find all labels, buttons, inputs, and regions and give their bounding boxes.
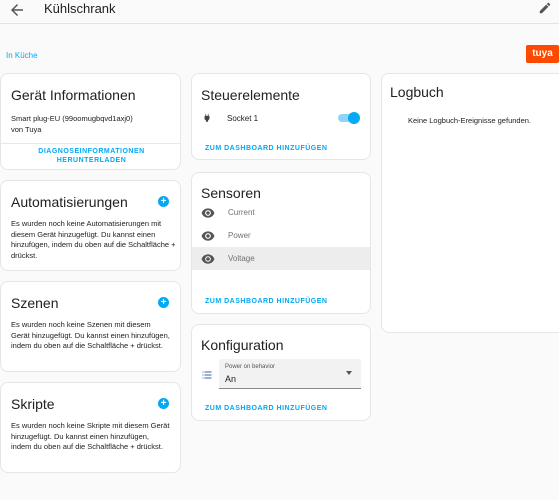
socket-label: Socket 1: [227, 114, 259, 123]
eye-icon: [201, 254, 215, 264]
sensors-card: Sensoren ZUM DASHBOARD HINZUFÜGEN: [191, 172, 371, 314]
logbook-card: Logbuch Keine Logbuch-Ereignisse gefunde…: [381, 73, 559, 333]
back-arrow-icon[interactable]: [8, 1, 26, 19]
tuya-logo: tuya: [526, 45, 559, 63]
pencil-icon[interactable]: [538, 1, 552, 15]
select-label: Power on behavior: [225, 364, 276, 370]
device-vendor: von Tuya: [11, 125, 42, 134]
controls-title: Steuerelemente: [201, 87, 300, 103]
sensor-power[interactable]: Power: [228, 231, 251, 240]
add-scene-plus-icon[interactable]: +: [158, 297, 169, 308]
scripts-title: Skripte: [11, 396, 55, 412]
logbook-title: Logbuch: [390, 84, 444, 100]
eye-icon: [201, 208, 215, 218]
download-diagnostics-button[interactable]: DIAGNOSEINFORMATIONEN HERUNTERLADEN: [1, 148, 182, 164]
add-script-plus-icon[interactable]: +: [158, 398, 169, 409]
add-automation-plus-icon[interactable]: +: [158, 196, 169, 207]
device-model: Smart plug-EU (99oomugbqvd1axj0): [11, 114, 133, 123]
divider: [1, 143, 180, 144]
sensors-add-dashboard-button[interactable]: ZUM DASHBOARD HINZUFÜGEN: [205, 298, 327, 305]
configuration-title: Konfiguration: [201, 337, 284, 353]
logbook-empty-text: Keine Logbuch-Ereignisse gefunden.: [408, 116, 532, 125]
area-link[interactable]: In Küche: [6, 51, 38, 60]
sensor-row-highlight: [192, 247, 370, 270]
download-label-line2: HERUNTERLADEN: [56, 157, 127, 164]
scenes-title: Szenen: [11, 295, 59, 311]
sensors-title: Sensoren: [201, 185, 261, 201]
device-info-title: Gerät Informationen: [11, 87, 136, 103]
config-add-dashboard-button[interactable]: ZUM DASHBOARD HINZUFÜGEN: [205, 405, 327, 412]
automations-title: Automatisierungen: [11, 194, 128, 210]
scripts-card: Skripte + Es wurden noch keine Skripte m…: [0, 382, 181, 473]
page-title: Kühlschrank: [44, 1, 116, 16]
plug-icon: [204, 114, 210, 122]
device-info-card: Gerät Informationen Smart plug-EU (99oom…: [0, 73, 181, 170]
socket-toggle-knob[interactable]: [348, 112, 360, 124]
top-bar: Kühlschrank: [0, 0, 559, 24]
automations-text: Es wurden noch keine Automatisierungen m…: [11, 219, 176, 260]
eye-icon: [201, 231, 215, 241]
controls-add-dashboard-button[interactable]: ZUM DASHBOARD HINZUFÜGEN: [205, 145, 327, 152]
sensor-voltage[interactable]: Voltage: [228, 254, 255, 263]
scenes-card: Szenen + Es wurden noch keine Szenen mit…: [0, 281, 181, 372]
scripts-text: Es wurden noch keine Skripte mit diesem …: [11, 421, 170, 451]
sensor-current[interactable]: Current: [228, 208, 255, 217]
chevron-down-icon: [346, 371, 352, 375]
download-label-line1: DIAGNOSEINFORMATIONEN: [38, 148, 145, 155]
scenes-text: Es wurden noch keine Szenen mit diesem G…: [11, 320, 170, 350]
list-icon: [202, 371, 212, 379]
power-on-behavior-select[interactable]: Power on behavior An: [219, 359, 361, 389]
automations-card: Automatisierungen + Es wurden noch keine…: [0, 180, 181, 271]
select-value: An: [225, 374, 237, 384]
